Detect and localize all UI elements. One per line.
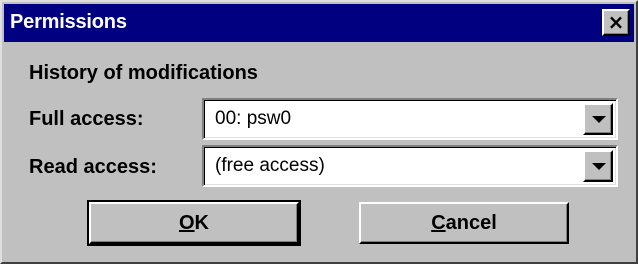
ok-label-rest: K — [194, 212, 209, 234]
close-icon: × — [607, 10, 625, 34]
cancel-label-rest: ancel — [445, 212, 497, 234]
cancel-button[interactable]: Cancel — [359, 202, 569, 244]
full-access-dropdown[interactable]: 00: psw0 — [202, 98, 618, 140]
read-access-label: Read access: — [29, 156, 157, 178]
chevron-down-icon — [592, 116, 606, 123]
chevron-down-icon — [592, 163, 606, 170]
read-access-dropdown[interactable]: (free access) — [202, 145, 618, 187]
read-access-value: (free access) — [215, 155, 325, 176]
close-button[interactable]: × — [602, 9, 630, 36]
full-access-value: 00: psw0 — [215, 108, 292, 129]
title-bar[interactable]: Permissions × — [4, 4, 634, 42]
full-access-label: Full access: — [29, 108, 144, 130]
section-heading: History of modifications — [29, 62, 258, 84]
cancel-mnemonic: C — [431, 212, 446, 234]
ok-button[interactable]: OK — [87, 200, 301, 246]
permissions-dialog: Permissions × History of modifications F… — [0, 0, 638, 264]
read-access-dropdown-button[interactable] — [583, 150, 613, 182]
full-access-dropdown-button[interactable] — [583, 103, 613, 135]
ok-mnemonic: O — [178, 212, 195, 234]
window-title: Permissions — [10, 11, 127, 33]
